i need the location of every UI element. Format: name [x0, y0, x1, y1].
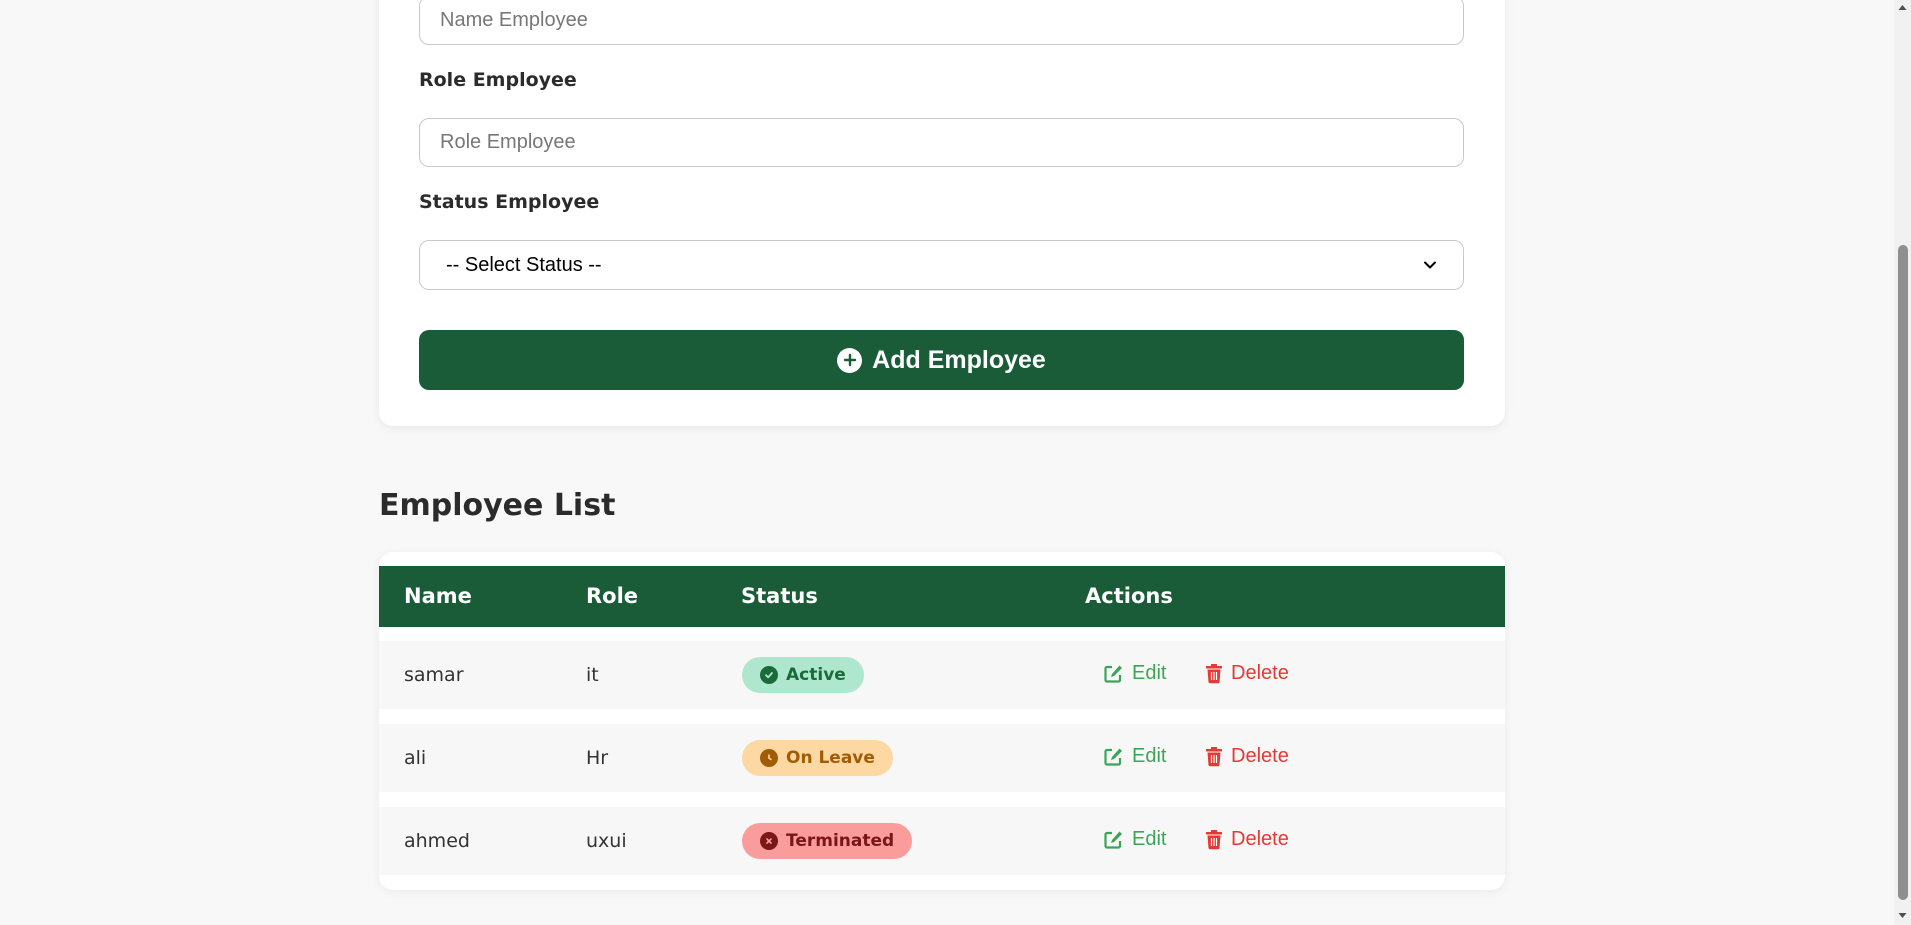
edit-button[interactable]: Edit [1103, 745, 1166, 768]
edit-icon [1104, 665, 1122, 683]
employee-name: ahmed [404, 830, 470, 852]
status-employee-select[interactable]: -- Select Status -- [419, 240, 1464, 290]
edit-label: Edit [1132, 662, 1167, 684]
trash-icon [1206, 664, 1222, 684]
status-select-value: -- Select Status -- [446, 253, 602, 276]
employee-role: it [586, 664, 599, 686]
check-circle-icon [760, 666, 778, 684]
header-status: Status [741, 584, 818, 608]
delete-button[interactable]: Delete [1205, 745, 1289, 768]
edit-button[interactable]: Edit [1103, 828, 1166, 851]
plus-circle-icon [837, 347, 863, 373]
role-employee-label: Role Employee [419, 69, 577, 91]
edit-icon [1104, 831, 1122, 849]
name-employee-input[interactable] [419, 0, 1464, 45]
delete-button[interactable]: Delete [1205, 828, 1289, 851]
chevron-down-icon [1424, 261, 1436, 269]
delete-label: Delete [1231, 662, 1289, 684]
employee-role: Hr [586, 747, 609, 769]
table-row: ali Hr On Leave Edit Delete [379, 724, 1505, 792]
status-employee-label: Status Employee [419, 191, 600, 213]
table-row: samar it Active Edit Delete [379, 641, 1505, 709]
employee-table-header: Name Role Status Actions [379, 566, 1505, 627]
status-badge: Active [742, 657, 864, 693]
status-badge-label: On Leave [786, 748, 875, 768]
employee-name: ali [404, 747, 427, 769]
employee-page: Role Employee Status Employee -- Select … [0, 0, 1911, 925]
vertical-scrollbar[interactable] [1894, 0, 1911, 925]
delete-label: Delete [1231, 828, 1289, 850]
x-circle-icon [760, 832, 778, 850]
trash-icon [1206, 747, 1222, 767]
edit-label: Edit [1132, 828, 1167, 850]
employee-role: uxui [586, 830, 627, 852]
scrollbar-thumb[interactable] [1898, 245, 1908, 900]
status-badge: On Leave [742, 740, 893, 776]
employee-name: samar [404, 664, 464, 686]
status-badge-label: Terminated [786, 831, 895, 851]
scroll-down-arrow-icon[interactable] [1897, 910, 1908, 921]
clock-icon [760, 749, 778, 767]
add-employee-button-label: Add Employee [872, 345, 1046, 374]
status-badge: Terminated [742, 823, 913, 859]
add-employee-button[interactable]: Add Employee [419, 330, 1464, 390]
delete-button[interactable]: Delete [1205, 662, 1289, 685]
role-employee-input[interactable] [419, 118, 1464, 167]
header-name: Name [404, 584, 472, 608]
trash-icon [1206, 830, 1222, 850]
scroll-up-arrow-icon[interactable] [1897, 2, 1908, 13]
table-row: ahmed uxui Terminated Edit Delete [379, 807, 1505, 875]
header-actions: Actions [1085, 584, 1173, 608]
edit-icon [1104, 748, 1122, 766]
status-badge-label: Active [786, 665, 846, 685]
edit-label: Edit [1132, 745, 1167, 767]
delete-label: Delete [1231, 745, 1289, 767]
employee-list-title: Employee List [379, 488, 616, 523]
edit-button[interactable]: Edit [1103, 662, 1166, 685]
header-role: Role [586, 584, 639, 608]
